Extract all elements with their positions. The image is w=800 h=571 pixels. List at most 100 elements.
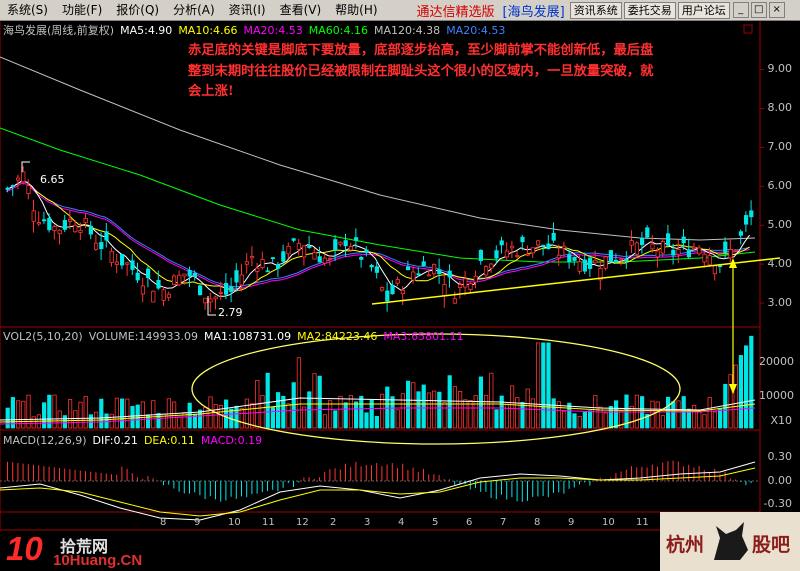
volume-bar bbox=[660, 415, 666, 429]
info-system-button[interactable]: 资讯系统 bbox=[569, 1, 622, 19]
candle-up bbox=[327, 257, 333, 260]
candle-down bbox=[229, 286, 234, 292]
stamp-left-text: 杭州 bbox=[666, 534, 705, 556]
volume-bar bbox=[577, 415, 582, 429]
volume-bar bbox=[692, 404, 697, 429]
candle-up bbox=[442, 284, 447, 297]
time-axis-label: 4 bbox=[398, 517, 404, 528]
candle-up bbox=[213, 296, 218, 300]
time-axis-label: 11 bbox=[262, 517, 275, 528]
macd-tick-zero: 0.00 bbox=[767, 474, 793, 487]
candle-up bbox=[171, 275, 177, 285]
candle-down bbox=[317, 256, 322, 263]
time-axis-label: 9 bbox=[194, 517, 200, 528]
candle-down bbox=[265, 270, 270, 273]
volume-unit: X10 bbox=[770, 414, 792, 427]
candle-up bbox=[593, 259, 598, 264]
menu-system[interactable]: 系统(S) bbox=[0, 0, 55, 20]
volume-bar bbox=[702, 414, 707, 429]
volume-bar bbox=[353, 401, 359, 429]
volume-bar bbox=[125, 398, 130, 429]
volume-bar bbox=[603, 412, 608, 429]
trade-button[interactable]: 委托交易 bbox=[623, 1, 676, 19]
volume-bar bbox=[431, 390, 437, 429]
time-axis: 891011122345678910111223 bbox=[160, 517, 744, 528]
volume-tick-10000: 10000 bbox=[759, 389, 794, 402]
price-tick-7: 7.00 bbox=[767, 140, 793, 153]
bull-icon bbox=[714, 522, 748, 560]
candle-up bbox=[57, 229, 62, 235]
candle-up bbox=[322, 257, 328, 264]
volume-bar bbox=[551, 398, 556, 429]
candle-down bbox=[478, 249, 484, 262]
menu-quote[interactable]: 报价(Q) bbox=[109, 0, 166, 20]
volume-bar bbox=[270, 406, 276, 429]
close-button[interactable]: × bbox=[768, 2, 785, 18]
price-indicator-row: 海鸟发展(周线,前复权) MA5:4.90 MA10:4.66 MA20:4.5… bbox=[0, 22, 511, 38]
candle-up bbox=[619, 258, 624, 261]
candle-up bbox=[400, 289, 406, 295]
candle-up bbox=[151, 290, 156, 303]
time-axis-label: 11 bbox=[636, 517, 649, 528]
annotation-text: 赤足底的关键是脚底下要放量，底部逐步抬高，至少脚前掌不能创新低，最后盘整到末期时… bbox=[188, 43, 654, 99]
candle-up bbox=[301, 245, 307, 258]
volume-bar bbox=[525, 388, 530, 429]
candle-up bbox=[728, 249, 733, 259]
volume-tick-20000: 20000 bbox=[759, 355, 794, 368]
candle-up bbox=[348, 246, 354, 251]
menu-help[interactable]: 帮助(H) bbox=[328, 0, 384, 20]
volume-bar bbox=[541, 342, 546, 429]
candle-down bbox=[234, 270, 239, 283]
candle-up bbox=[338, 241, 343, 245]
candle-down bbox=[192, 272, 197, 277]
candle-down bbox=[546, 243, 551, 250]
candle-up bbox=[260, 259, 265, 269]
candle-down bbox=[42, 219, 47, 222]
candle-down bbox=[588, 257, 593, 269]
volume-bar bbox=[494, 409, 499, 429]
volume-bar bbox=[88, 414, 93, 429]
volume-bar bbox=[697, 411, 702, 429]
candle-up bbox=[473, 275, 478, 283]
candle-down bbox=[187, 270, 192, 277]
candle-up bbox=[255, 267, 260, 272]
volume-bar bbox=[239, 407, 244, 429]
volume-bar bbox=[629, 405, 634, 429]
candle-down bbox=[145, 268, 151, 279]
vol-ma3-value: MA3:65801.11 bbox=[383, 329, 464, 343]
candle-up bbox=[577, 261, 582, 272]
forum-button[interactable]: 用户论坛 bbox=[677, 1, 730, 19]
volume-bar bbox=[120, 398, 125, 429]
menu-function[interactable]: 功能(F) bbox=[55, 0, 109, 20]
price-tick-6: 6.00 bbox=[767, 179, 793, 192]
candle-up bbox=[379, 287, 385, 291]
restore-button[interactable]: □ bbox=[750, 2, 767, 18]
candle-up bbox=[468, 283, 473, 290]
volume-value: VOLUME:149933.09 bbox=[88, 329, 198, 343]
volume-bar bbox=[671, 401, 676, 429]
price-tick-9: 9.00 bbox=[767, 62, 793, 75]
macd-tick-neg: -0.30 bbox=[763, 497, 792, 510]
macd-tick-pos: 0.30 bbox=[767, 450, 793, 463]
volume-bar bbox=[203, 406, 208, 429]
minimize-button[interactable]: _ bbox=[732, 2, 749, 18]
volume-bar bbox=[712, 411, 718, 429]
candle-up bbox=[426, 274, 432, 277]
candle-up bbox=[312, 252, 317, 260]
menu-analysis[interactable]: 分析(A) bbox=[166, 0, 222, 20]
price-tick-3: 3.00 bbox=[767, 296, 793, 309]
menu-info[interactable]: 资讯(I) bbox=[222, 0, 273, 20]
volume-bar bbox=[317, 375, 322, 429]
volume-bar bbox=[666, 396, 671, 429]
volume-bar bbox=[733, 364, 738, 429]
menu-view[interactable]: 查看(V) bbox=[273, 0, 329, 20]
candle-down bbox=[359, 257, 364, 260]
candle-down bbox=[385, 290, 390, 302]
volume-bar bbox=[426, 392, 432, 429]
volume-bar bbox=[608, 405, 614, 429]
candle-up bbox=[452, 298, 458, 304]
volume-bar bbox=[447, 375, 452, 429]
volume-bar bbox=[442, 402, 447, 429]
candle-down bbox=[291, 238, 296, 241]
volume-panel-title: VOL2(5,10,20) bbox=[3, 329, 83, 343]
